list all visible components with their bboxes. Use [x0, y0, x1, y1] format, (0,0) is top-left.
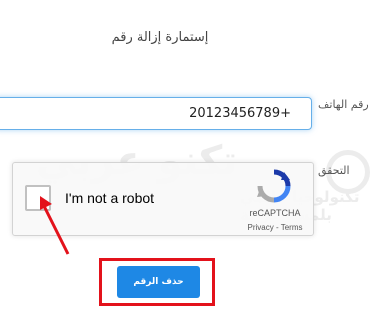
recaptcha-brand: reCAPTCHA [249, 208, 301, 218]
recaptcha-label: I'm not a robot [65, 190, 155, 206]
form-title: إستمارة إزالة رقم [111, 30, 209, 45]
verify-label: التحقق [318, 164, 350, 177]
recaptcha-logo-icon [257, 169, 291, 203]
recaptcha-privacy-link[interactable]: Privacy [248, 223, 274, 232]
recaptcha-links: Privacy - Terms [239, 223, 311, 232]
phone-label: رقم الهاتف [318, 98, 369, 111]
recaptcha-terms-link[interactable]: Terms [281, 223, 303, 232]
red-arrow-icon [40, 196, 70, 255]
phone-input[interactable] [0, 97, 312, 130]
recaptcha-link-separator: - [273, 223, 281, 232]
delete-number-button[interactable]: حذف الرقم [117, 266, 200, 298]
